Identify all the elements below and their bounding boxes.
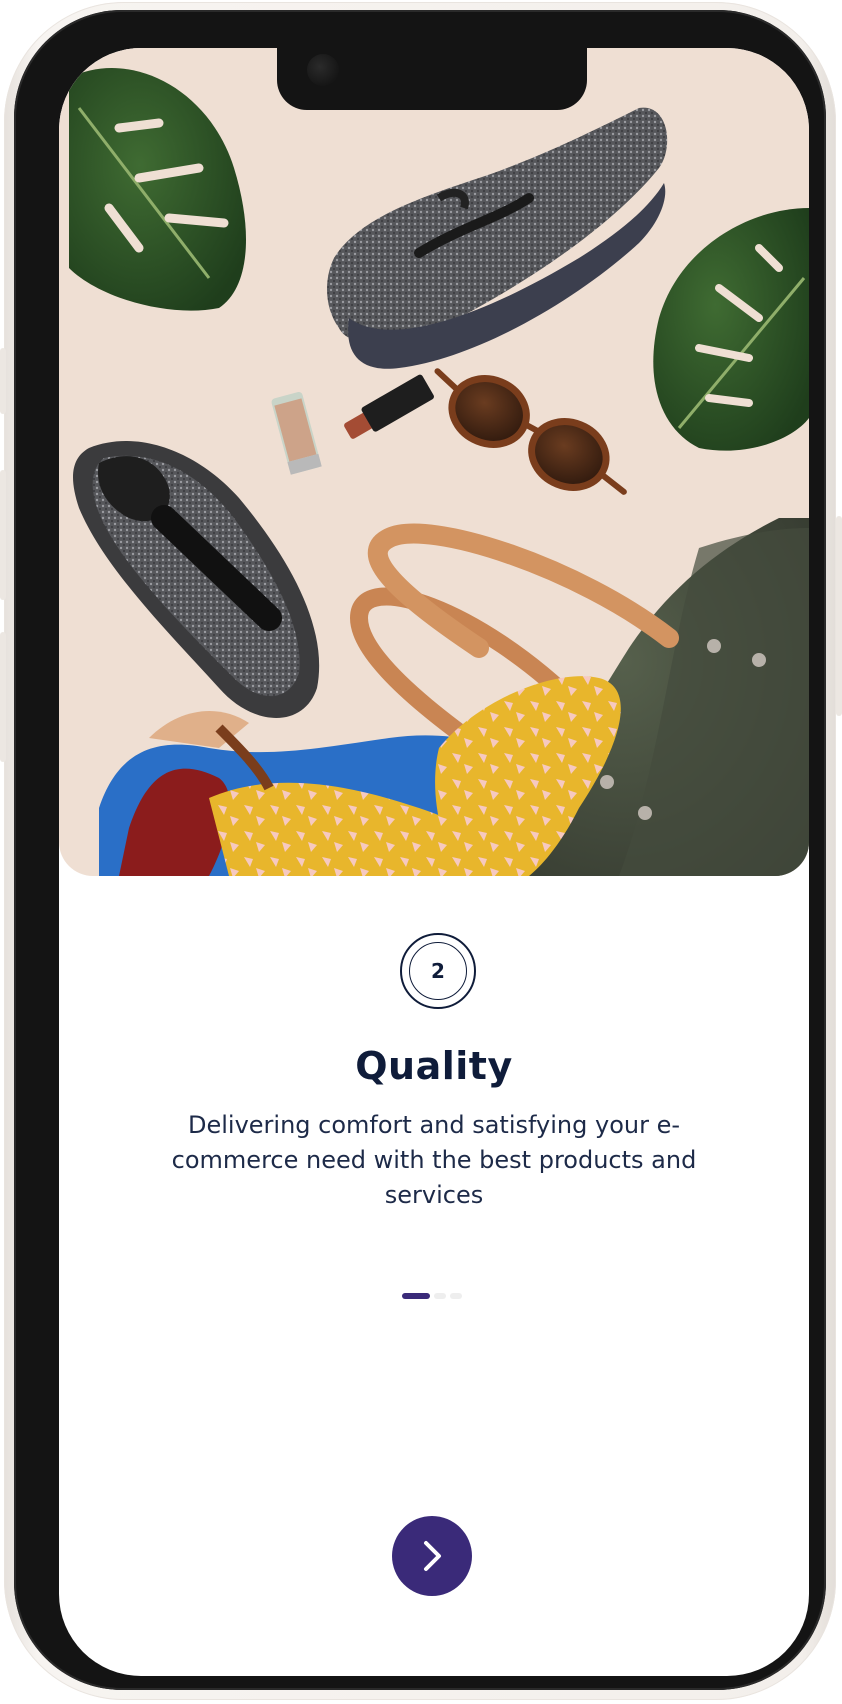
mute-switch — [0, 348, 6, 414]
step-number: 2 — [409, 942, 467, 1000]
pagination-dot[interactable] — [434, 1293, 446, 1299]
sneaker-left — [73, 441, 320, 718]
phone-frame: 2 Quality Delivering comfort and satisfy… — [14, 10, 826, 1690]
monstera-leaf-left — [69, 68, 246, 311]
volume-down-button — [0, 632, 6, 762]
page-description: Delivering comfort and satisfying your e… — [171, 1111, 697, 1209]
pagination-dot-active[interactable] — [402, 1293, 430, 1299]
hero-illustration — [69, 68, 809, 876]
power-button — [836, 516, 842, 716]
monstera-leaf-right — [653, 208, 809, 451]
step-indicator: 2 — [400, 933, 476, 1009]
volume-up-button — [0, 470, 6, 600]
camera-notch — [277, 48, 587, 110]
front-camera — [307, 54, 339, 86]
lipstick-case — [271, 391, 322, 475]
hero-image — [59, 48, 809, 876]
chevron-right-icon — [424, 1541, 441, 1571]
screen: 2 Quality Delivering comfort and satisfy… — [59, 48, 809, 1676]
lipstick — [344, 374, 434, 439]
pagination-dots — [402, 1293, 462, 1299]
next-button[interactable] — [392, 1516, 472, 1596]
pagination-dot[interactable] — [450, 1293, 462, 1299]
sneaker-top — [327, 107, 668, 369]
sunglasses — [434, 368, 627, 495]
page-title: Quality — [355, 1044, 513, 1088]
silk-scarf — [99, 676, 621, 876]
